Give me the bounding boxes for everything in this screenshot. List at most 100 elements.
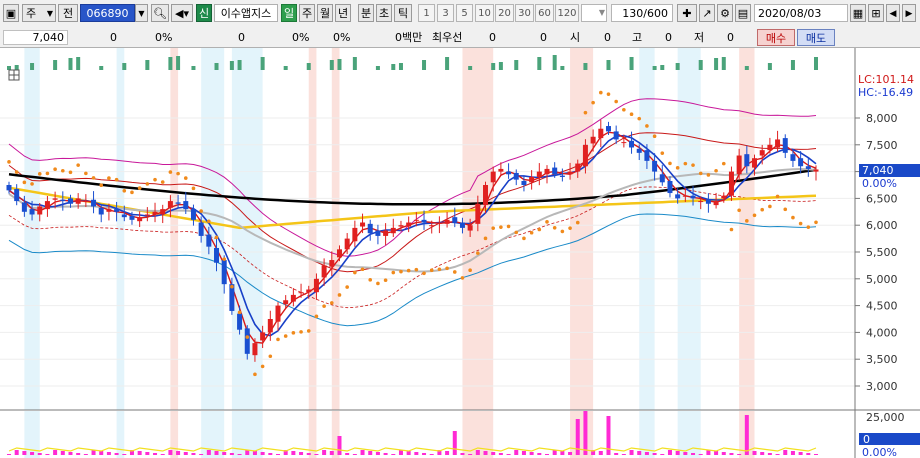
config-icon[interactable]: ⚙ [717, 4, 733, 22]
volume-bar [214, 451, 219, 455]
volume-pct-label: 0.00% [862, 446, 897, 458]
interval-10[interactable]: 10 [475, 4, 494, 22]
signal-band [331, 48, 340, 410]
signal-bar [491, 63, 496, 70]
sar-dot [668, 161, 672, 166]
signal-bar [391, 64, 396, 70]
signal-bar [122, 63, 127, 70]
candle-body [605, 126, 611, 132]
volume-bar [752, 451, 757, 455]
tab-period-2[interactable]: 월 [317, 4, 333, 22]
sar-dot [637, 116, 642, 121]
candle-body [544, 168, 550, 175]
candle-body [306, 289, 312, 293]
sar-dot [222, 257, 226, 261]
candle-body [436, 222, 442, 224]
volume-bar [360, 450, 365, 455]
interval-3[interactable]: 3 [437, 4, 454, 22]
candle-body [790, 154, 796, 161]
volume-bar [452, 431, 457, 455]
calendar-icon[interactable]: ▦ [850, 4, 866, 22]
tab-period-5[interactable]: 초 [376, 4, 392, 22]
candle-body [321, 265, 327, 278]
tab-period-3[interactable]: 년 [335, 4, 351, 22]
save-icon[interactable]: ▤ [735, 4, 751, 22]
candle-body [313, 278, 319, 293]
signal-bar [7, 66, 11, 70]
candle-body [690, 195, 696, 199]
candle-body [575, 163, 581, 172]
price-chart[interactable]: 8,0007,5007,0006,5006,0005,5005,0004,500… [0, 48, 920, 458]
candle-body [237, 313, 243, 330]
crosshair-icon[interactable]: ✚ [677, 4, 697, 22]
interval-1[interactable]: 1 [418, 4, 435, 22]
sar-dot [183, 176, 188, 180]
nav-next-icon[interactable]: ▶ [902, 4, 916, 22]
sar-dot [368, 278, 373, 282]
code-dropdown-button[interactable]: ▼ [135, 4, 148, 22]
interval-30[interactable]: 30 [515, 4, 534, 22]
volume-bar [521, 451, 526, 455]
sar-dot [737, 208, 741, 213]
y-tick-label: 3,000 [866, 380, 898, 393]
candle-body [675, 194, 681, 199]
change-value: 0 [110, 31, 117, 44]
tab-period-6[interactable]: 틱 [394, 4, 412, 22]
candle-body [483, 185, 489, 206]
sar-dot [537, 227, 542, 232]
candle-body [144, 214, 150, 216]
type-select[interactable]: 전 [58, 4, 78, 22]
sar-dot [399, 269, 403, 274]
tab-period-1[interactable]: 주 [299, 4, 315, 22]
volume-bar [483, 451, 488, 455]
interval-60[interactable]: 60 [535, 4, 554, 22]
interval-120[interactable]: 120 [555, 4, 579, 22]
code-input[interactable]: 066890 [80, 4, 135, 22]
sar-dot [376, 281, 380, 286]
market-select[interactable]: 주 ▼ [22, 4, 56, 22]
candle-body [767, 144, 773, 151]
volume-bar [345, 453, 350, 455]
interval-5[interactable]: 5 [456, 4, 473, 22]
candle-body [590, 136, 596, 144]
sar-dot [575, 220, 580, 225]
interval-20[interactable]: 20 [495, 4, 514, 22]
window-menu-icon[interactable]: ▣ [3, 4, 19, 22]
y-tick-label: 4,500 [866, 300, 898, 313]
interval-dropdown[interactable]: ▼ [596, 4, 608, 22]
sar-dot [729, 227, 734, 232]
volume-bar [406, 451, 411, 455]
sar-dot [714, 168, 718, 173]
volume-bar [729, 453, 734, 455]
sar-dot [314, 314, 319, 319]
volume-bar [529, 452, 534, 455]
candle-body [513, 172, 519, 180]
chart-tools-icon[interactable]: ↗ [699, 4, 715, 22]
date-input[interactable]: 2020/08/03 [754, 4, 848, 22]
search-icon[interactable]: 🔍︎ [151, 4, 169, 22]
high-value: 0 [665, 31, 672, 44]
sar-dot [568, 226, 572, 230]
sell-button[interactable]: 매도 [797, 29, 835, 46]
volume-bar [683, 452, 688, 455]
candle-body [613, 131, 619, 140]
volume-bar [744, 415, 749, 455]
speaker-icon[interactable]: ◀▾ [171, 4, 193, 22]
candle-body [260, 332, 266, 341]
tab-period-4[interactable]: 분 [358, 4, 374, 22]
buy-button[interactable]: 매수 [757, 29, 795, 46]
low-value: 0 [727, 31, 734, 44]
candle-body [383, 230, 389, 236]
volume-bar [375, 452, 380, 455]
nav-prev-icon[interactable]: ◀ [886, 4, 900, 22]
volume-bar [37, 453, 42, 455]
volume-bar [7, 454, 11, 455]
signal-bar [53, 60, 58, 70]
volume-bar [621, 454, 626, 455]
candle-body [467, 225, 473, 231]
candle-body [413, 219, 419, 221]
tab-period-0[interactable]: 일 [281, 4, 297, 22]
candle-body [398, 225, 404, 227]
nav-first-icon[interactable]: ⊞ [868, 4, 884, 22]
signal-bar [337, 59, 342, 70]
